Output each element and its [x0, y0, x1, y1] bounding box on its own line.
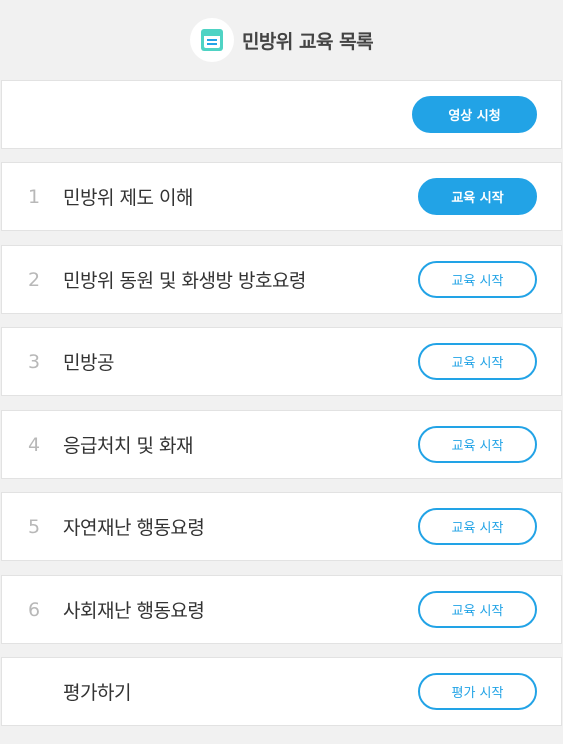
lesson-title: 민방위 동원 및 화생방 방호요령 — [63, 270, 306, 292]
lesson-row: 3 민방공 교육 시작 — [1, 327, 562, 396]
start-lesson-button[interactable]: 교육 시작 — [418, 261, 537, 298]
start-lesson-button[interactable]: 교육 시작 — [418, 178, 537, 215]
lesson-number: 3 — [28, 350, 41, 373]
lesson-number: 4 — [28, 433, 41, 456]
start-lesson-button[interactable]: 교육 시작 — [418, 508, 537, 545]
header-icon-badge — [189, 18, 234, 62]
lesson-row: 6 사회재난 행동요령 교육 시작 — [1, 575, 562, 644]
page-header: 민방위 교육 목록 — [0, 0, 563, 80]
lesson-number: 5 — [28, 515, 41, 538]
lesson-row: 2 민방위 동원 및 화생방 방호요령 교육 시작 — [1, 245, 562, 314]
lesson-title: 사회재난 행동요령 — [63, 600, 205, 622]
lesson-row: 1 민방위 제도 이해 교육 시작 — [1, 162, 562, 231]
video-card: 영상 시청 — [1, 80, 562, 149]
evaluation-title: 평가하기 — [63, 682, 131, 704]
lesson-row: 5 자연재난 행동요령 교육 시작 — [1, 492, 562, 561]
start-evaluation-button[interactable]: 평가 시작 — [418, 673, 537, 710]
start-lesson-button[interactable]: 교육 시작 — [418, 426, 537, 463]
lesson-number: 1 — [28, 185, 41, 208]
start-lesson-button[interactable]: 교육 시작 — [418, 343, 537, 380]
page-title: 민방위 교육 목록 — [241, 30, 374, 53]
lesson-title: 민방위 제도 이해 — [63, 187, 193, 209]
lesson-title: 자연재난 행동요령 — [63, 517, 205, 539]
lesson-number: 6 — [28, 598, 41, 621]
lesson-number: 2 — [28, 268, 41, 291]
list-document-icon — [200, 29, 223, 51]
lesson-title: 민방공 — [63, 352, 114, 374]
watch-video-button[interactable]: 영상 시청 — [412, 96, 537, 133]
lesson-row: 4 응급처치 및 화재 교육 시작 — [1, 410, 562, 479]
start-lesson-button[interactable]: 교육 시작 — [418, 591, 537, 628]
lesson-title: 응급처치 및 화재 — [63, 435, 193, 457]
evaluation-row: 평가하기 평가 시작 — [1, 657, 562, 726]
